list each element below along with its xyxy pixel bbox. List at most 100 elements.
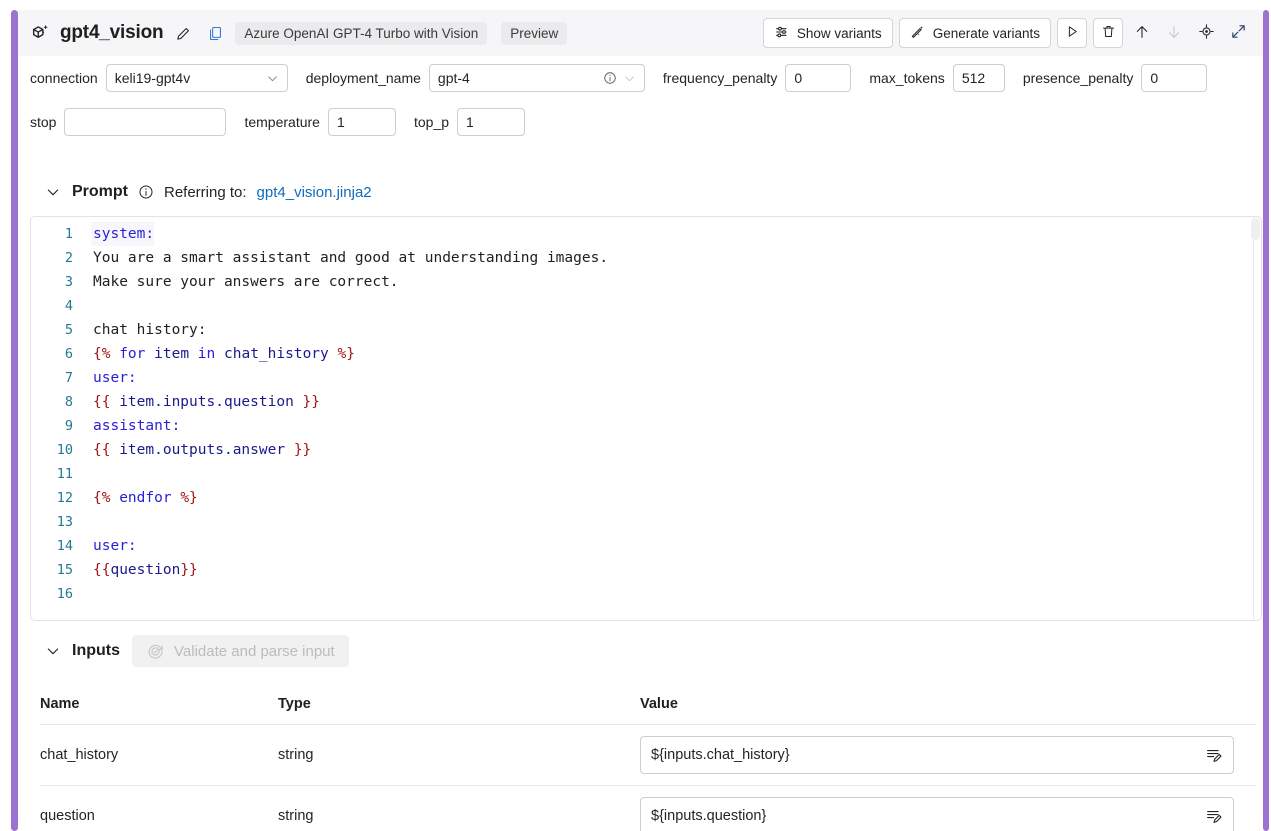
line-number: 7 (64, 370, 73, 386)
generate-variants-button[interactable]: Generate variants (898, 18, 1051, 48)
show-variants-label: Show variants (796, 25, 882, 41)
page-title: gpt4_vision (60, 22, 164, 43)
preview-chip: Preview (501, 21, 568, 45)
referring-file-link[interactable]: gpt4_vision.jinja2 (257, 184, 372, 201)
code-text: user: (93, 538, 137, 554)
line-number: 11 (56, 466, 73, 482)
validate-button-label: Validate and parse input (174, 642, 335, 660)
run-button[interactable] (1057, 18, 1087, 48)
top-p-label: top_p (413, 114, 449, 130)
code-line: 3 Make sure your answers are correct. (31, 270, 1261, 294)
presence-penalty-label: presence_penalty (1022, 70, 1134, 86)
connection-label: connection (30, 70, 98, 86)
table-body: chat_history string ${inputs.chat_history}… (40, 725, 1256, 831)
sliders-icon (774, 24, 790, 43)
chevron-down-icon (623, 72, 636, 85)
frequency-penalty-value: 0 (794, 70, 803, 86)
stop-input[interactable] (64, 108, 227, 136)
prompt-code-editor[interactable]: 1 system: 2 You are a smart assistant and g… (30, 216, 1262, 621)
pencil-icon[interactable] (171, 21, 195, 45)
column-header-name: Name (40, 696, 80, 712)
temperature-label: temperature (244, 114, 320, 130)
line-number: 4 (64, 298, 73, 314)
code-line: 7 user: (31, 366, 1261, 390)
input-value-text: ${inputs.question} (651, 808, 767, 824)
show-variants-button[interactable]: Show variants (762, 18, 893, 48)
table-row: question string ${inputs.question} (40, 786, 1256, 831)
code-line: 9 assistant: (31, 414, 1261, 438)
code-line: 13 (31, 510, 1261, 534)
code-text: assistant: (93, 418, 181, 434)
generate-variants-label: Generate variants (932, 25, 1040, 41)
max-tokens-value: 512 (961, 70, 986, 86)
code-line: 2 You are a smart assistant and good at u… (31, 246, 1261, 270)
column-header-type: Type (278, 696, 311, 712)
max-tokens-input[interactable]: 512 (952, 64, 1005, 92)
code-lines: 1 system: 2 You are a smart assistant and g… (31, 222, 1261, 620)
line-number: 16 (56, 586, 73, 602)
node-title-group: gpt4_vision Azure OpenAI GPT-4 Turbo wit… (18, 21, 568, 45)
connection-select[interactable]: keli19-gpt4v (105, 64, 288, 92)
presence-penalty-input[interactable]: 0 (1141, 64, 1208, 92)
presence-penalty-value: 0 (1150, 70, 1159, 86)
move-down-button[interactable] (1161, 20, 1187, 46)
prompt-section-title: Prompt (72, 183, 128, 200)
stop-label: stop (30, 114, 57, 130)
parameter-rows: connection keli19-gpt4v deployment_name … (18, 56, 1263, 144)
copy-icon[interactable] (203, 21, 227, 45)
trash-icon (1101, 24, 1116, 42)
line-number: 1 (64, 226, 73, 242)
code-line: 11 (31, 462, 1261, 486)
frequency-penalty-input[interactable]: 0 (785, 64, 852, 92)
compose-lines-icon[interactable] (1203, 744, 1225, 766)
play-icon (1065, 24, 1080, 42)
temperature-input[interactable]: 1 (327, 108, 396, 136)
chevron-down-icon[interactable] (44, 642, 62, 660)
move-up-button[interactable] (1129, 20, 1155, 46)
line-number: 9 (64, 418, 73, 434)
top-p-input[interactable]: 1 (457, 108, 525, 136)
temperature-value: 1 (336, 114, 345, 130)
input-value-field[interactable]: ${inputs.chat_history} (640, 736, 1234, 774)
input-name: chat_history (40, 747, 119, 763)
chevron-down-icon[interactable] (44, 183, 62, 201)
line-number: 14 (56, 538, 73, 554)
header-toolbar: Show variants Generate variants (762, 18, 1263, 48)
code-text: {% for item in chat_history %} (93, 346, 355, 362)
info-circle-icon[interactable] (603, 71, 617, 85)
info-circle-icon[interactable] (138, 184, 154, 200)
referring-label: Referring to: (164, 183, 247, 201)
parameter-row-2: stop temperature 1 top_p 1 (18, 100, 1263, 144)
magic-wand-icon (910, 24, 926, 43)
deployment-name-select[interactable]: gpt-4 (428, 64, 645, 92)
arrow-up-icon (1134, 24, 1150, 43)
code-line: 12 {% endfor %} (31, 486, 1261, 510)
locate-button[interactable] (1193, 20, 1219, 46)
right-accent-bar (1263, 10, 1269, 831)
table-header-row: Name Type Value (40, 684, 1256, 725)
expand-button[interactable] (1225, 20, 1251, 46)
deployment-name-label: deployment_name (305, 70, 421, 86)
delete-button[interactable] (1093, 18, 1123, 48)
line-number: 3 (64, 274, 73, 290)
input-value-field[interactable]: ${inputs.question} (640, 797, 1234, 831)
code-text: {{ item.outputs.answer }} (93, 442, 312, 458)
line-number: 12 (56, 490, 73, 506)
max-tokens-label: max_tokens (869, 70, 945, 86)
line-number: 15 (56, 562, 73, 578)
arrow-down-icon (1166, 24, 1182, 43)
editor-scrollbar[interactable] (1251, 218, 1260, 240)
compose-lines-icon[interactable] (1203, 805, 1225, 827)
line-number: 6 (64, 346, 73, 362)
line-number: 2 (64, 250, 73, 266)
validate-and-parse-input-button[interactable]: Validate and parse input (132, 635, 349, 667)
prompt-section-header: Prompt Referring to: gpt4_vision.jinja2 (18, 178, 1263, 206)
deployment-name-value: gpt-4 (437, 70, 470, 86)
code-line: 5 chat history: (31, 318, 1261, 342)
line-number: 13 (56, 514, 73, 530)
code-text: chat history: (93, 322, 207, 338)
top-p-value: 1 (466, 114, 474, 130)
